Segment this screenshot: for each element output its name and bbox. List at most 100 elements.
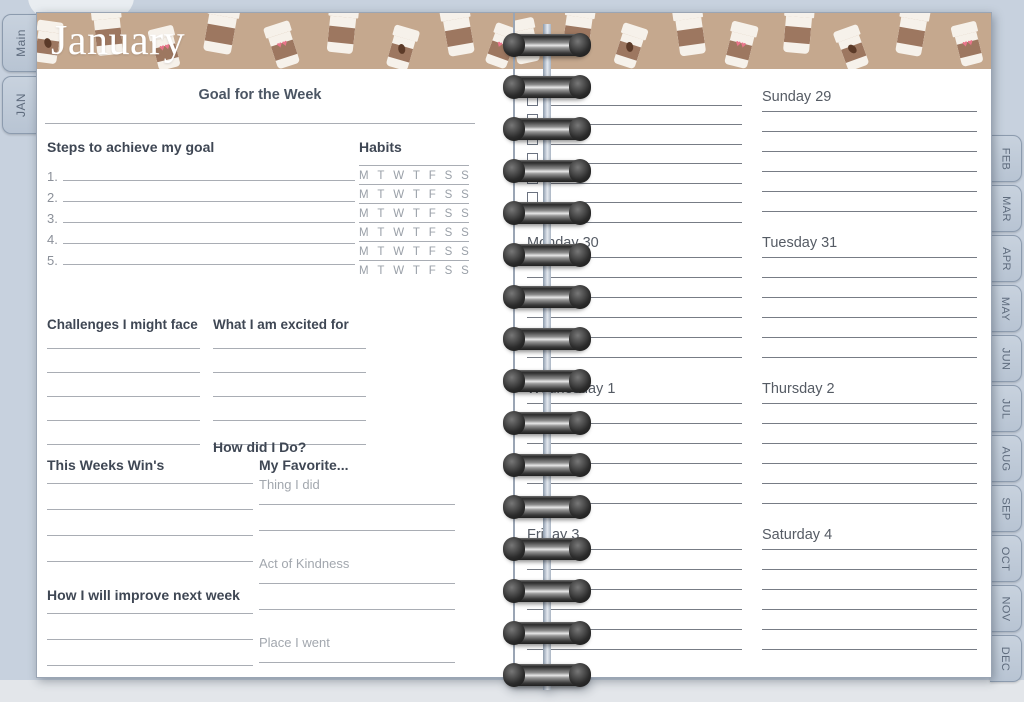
day-writing-line[interactable] — [762, 589, 977, 590]
challenges-writing-line[interactable] — [47, 420, 200, 421]
wins-writing-line[interactable] — [47, 535, 253, 536]
excited-writing-line[interactable] — [213, 420, 366, 421]
day-writing-line[interactable] — [762, 191, 977, 192]
habit-day-letter[interactable]: M — [359, 227, 369, 239]
step-writing-line[interactable] — [63, 201, 355, 202]
habit-day-letter[interactable]: T — [377, 246, 384, 258]
month-tab-aug[interactable]: AUG — [990, 435, 1022, 482]
day-writing-line[interactable] — [762, 443, 977, 444]
habit-day-letter[interactable]: M — [359, 265, 369, 277]
habit-day-letter[interactable]: S — [461, 265, 469, 277]
habit-day-letter[interactable]: W — [393, 189, 404, 201]
habit-row[interactable]: MTWTFSS — [359, 165, 469, 182]
day-writing-line[interactable] — [762, 483, 977, 484]
habit-day-letter[interactable]: T — [413, 208, 420, 220]
habit-day-letter[interactable]: T — [377, 227, 384, 239]
habit-row[interactable]: MTWTFSS — [359, 241, 469, 258]
challenges-writing-line[interactable] — [47, 444, 200, 445]
left-tab-main[interactable]: Main — [2, 14, 38, 72]
day-writing-line[interactable] — [762, 549, 977, 550]
habit-row[interactable]: MTWTFSS — [359, 222, 469, 239]
habit-day-letter[interactable]: W — [393, 265, 404, 277]
day-writing-line[interactable] — [527, 649, 742, 650]
challenges-writing-line[interactable] — [47, 348, 200, 349]
excited-writing-line[interactable] — [213, 348, 366, 349]
challenges-writing-line[interactable] — [47, 372, 200, 373]
day-writing-line[interactable] — [762, 609, 977, 610]
day-writing-line[interactable] — [762, 277, 977, 278]
day-writing-line[interactable] — [762, 357, 977, 358]
day-writing-line[interactable] — [762, 317, 977, 318]
month-tab-jun[interactable]: JUN — [990, 335, 1022, 382]
wins-writing-line[interactable] — [47, 509, 253, 510]
habit-row[interactable]: MTWTFSS — [359, 260, 469, 277]
improve-writing-line[interactable] — [47, 613, 253, 614]
day-writing-line[interactable] — [762, 503, 977, 504]
habit-day-letter[interactable]: M — [359, 170, 369, 182]
habit-day-letter[interactable]: S — [445, 208, 453, 220]
excited-writing-line[interactable] — [213, 372, 366, 373]
habit-day-letter[interactable]: F — [429, 246, 436, 258]
habit-day-letter[interactable]: M — [359, 208, 369, 220]
month-tab-jul[interactable]: JUL — [990, 385, 1022, 432]
day-writing-line[interactable] — [762, 403, 977, 404]
left-tab-jan[interactable]: JAN — [2, 76, 38, 134]
wins-writing-line[interactable] — [47, 561, 253, 562]
day-writing-line[interactable] — [527, 483, 742, 484]
favorite-writing-line[interactable] — [259, 662, 455, 663]
habit-day-letter[interactable]: S — [461, 189, 469, 201]
habit-day-letter[interactable]: T — [413, 246, 420, 258]
todo-writing-line[interactable] — [544, 143, 742, 145]
day-writing-line[interactable] — [762, 423, 977, 424]
habit-day-letter[interactable]: M — [359, 246, 369, 258]
month-tab-feb[interactable]: FEB — [990, 135, 1022, 182]
day-writing-line[interactable] — [527, 357, 742, 358]
step-row[interactable]: 3. — [47, 205, 355, 226]
habit-day-letter[interactable]: S — [461, 246, 469, 258]
habit-row[interactable]: MTWTFSS — [359, 203, 469, 220]
month-tab-mar[interactable]: MAR — [990, 185, 1022, 232]
month-tab-sep[interactable]: SEP — [990, 485, 1022, 532]
month-tab-nov[interactable]: NOV — [990, 585, 1022, 632]
habit-day-letter[interactable]: F — [429, 227, 436, 239]
habit-day-letter[interactable]: F — [429, 208, 436, 220]
habit-day-letter[interactable]: S — [445, 246, 453, 258]
habit-day-letter[interactable]: S — [461, 208, 469, 220]
day-writing-line[interactable] — [762, 111, 977, 112]
step-row[interactable]: 4. — [47, 226, 355, 247]
habit-day-letter[interactable]: S — [445, 189, 453, 201]
step-writing-line[interactable] — [63, 264, 355, 265]
habit-row[interactable]: MTWTFSS — [359, 184, 469, 201]
step-writing-line[interactable] — [63, 180, 355, 181]
month-tab-apr[interactable]: APR — [990, 235, 1022, 282]
habit-day-letter[interactable]: T — [413, 189, 420, 201]
month-tab-oct[interactable]: OCT — [990, 535, 1022, 582]
month-tab-dec[interactable]: DEC — [990, 635, 1022, 682]
day-writing-line[interactable] — [762, 569, 977, 570]
favorite-writing-line[interactable] — [259, 530, 455, 531]
day-writing-line[interactable] — [762, 257, 977, 258]
day-writing-line[interactable] — [527, 317, 742, 318]
habit-day-letter[interactable]: S — [445, 170, 453, 182]
habit-day-letter[interactable]: S — [461, 227, 469, 239]
goal-for-week-writing-line[interactable] — [45, 123, 475, 124]
habit-day-letter[interactable]: F — [429, 265, 436, 277]
habit-day-letter[interactable]: T — [377, 189, 384, 201]
step-writing-line[interactable] — [63, 222, 355, 223]
day-writing-line[interactable] — [762, 151, 977, 152]
wins-writing-line[interactable] — [47, 483, 253, 484]
habit-day-letter[interactable]: T — [413, 227, 420, 239]
favorite-writing-line[interactable] — [259, 609, 455, 610]
habit-day-letter[interactable]: T — [377, 265, 384, 277]
habit-day-letter[interactable]: T — [413, 170, 420, 182]
habit-day-letter[interactable]: W — [393, 246, 404, 258]
habit-day-letter[interactable]: T — [377, 170, 384, 182]
habit-day-letter[interactable]: T — [377, 208, 384, 220]
step-row[interactable]: 2. — [47, 184, 355, 205]
day-writing-line[interactable] — [527, 277, 742, 278]
day-writing-line[interactable] — [762, 211, 977, 212]
habit-day-letter[interactable]: W — [393, 170, 404, 182]
todo-writing-line[interactable] — [544, 104, 742, 106]
step-row[interactable]: 5. — [47, 247, 355, 268]
habit-day-letter[interactable]: S — [461, 170, 469, 182]
